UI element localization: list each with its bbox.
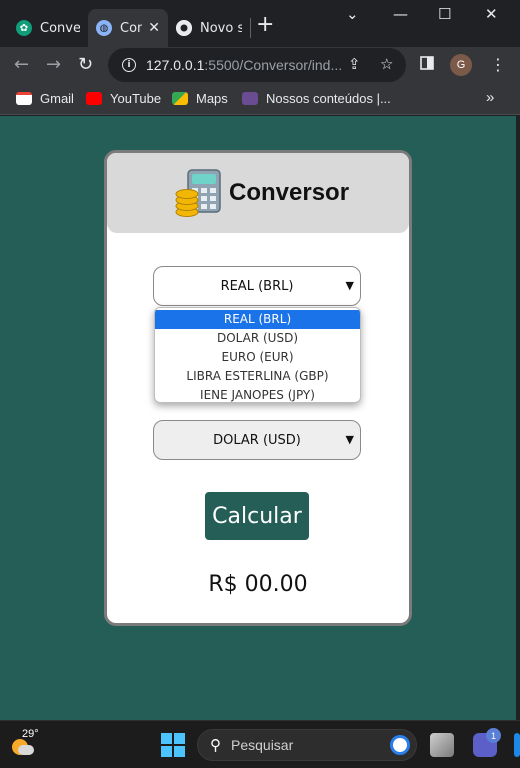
maps-icon (172, 92, 188, 105)
url-path: :5500/Conversor/ind... (204, 57, 342, 73)
page-viewport: Conversor REAL (BRL) ▼ REAL (BRL) DOLAR … (0, 116, 516, 720)
minimize-icon[interactable]: — (393, 4, 408, 24)
converter-card: Conversor REAL (BRL) ▼ REAL (BRL) DOLAR … (104, 150, 412, 626)
bookmark-youtube[interactable]: YouTube (86, 91, 161, 106)
close-tab-icon[interactable]: ✕ (142, 20, 160, 36)
back-arrow-icon[interactable]: ← (14, 54, 29, 76)
site-icon (242, 92, 258, 105)
new-tab-button[interactable]: + (256, 13, 274, 37)
calculate-button[interactable]: Calcular (205, 492, 309, 540)
tab-label: Conver (40, 20, 80, 36)
dropdown-option[interactable]: IENE JANOPES (JPY) (155, 386, 360, 402)
search-placeholder: Pesquisar (231, 737, 294, 753)
card-header: Conversor (107, 153, 409, 233)
maximize-icon[interactable]: ☐ (438, 4, 451, 24)
taskbar-search[interactable]: ⚲ Pesquisar (197, 729, 417, 761)
bookmark-label: Gmail (40, 91, 74, 106)
task-view-icon[interactable] (430, 733, 454, 757)
page-title: Conversor (229, 179, 350, 206)
reload-icon[interactable]: ↻ (78, 54, 93, 76)
weather-widget[interactable]: 29° (10, 728, 46, 761)
temperature: 29° (22, 728, 39, 740)
to-currency-select[interactable]: DOLAR (USD) ▼ (153, 420, 361, 460)
bookmark-label: Nossos conteúdos |... (266, 91, 391, 106)
url-host: 127.0.0.1 (146, 57, 205, 73)
dropdown-option[interactable]: REAL (BRL) (155, 310, 360, 329)
chevron-down-icon[interactable]: ⌄ (346, 4, 359, 24)
from-currency-select[interactable]: REAL (BRL) ▼ (153, 266, 361, 306)
bookmark-nossos-conteudos[interactable]: Nossos conteúdos |... (242, 91, 391, 106)
dropdown-option[interactable]: DOLAR (USD) (155, 329, 360, 348)
dropdown-option[interactable]: EURO (EUR) (155, 348, 360, 367)
tab-conversor-active[interactable]: ◍ Con ✕ (88, 9, 168, 47)
currency-dropdown-list: REAL (BRL) DOLAR (USD) EURO (EUR) LIBRA … (154, 307, 361, 403)
chatgpt-icon: ✿ (16, 20, 32, 36)
youtube-icon (86, 92, 102, 105)
to-currency-value: DOLAR (USD) (213, 432, 301, 448)
forward-arrow-icon[interactable]: → (46, 54, 61, 76)
gmail-icon (16, 92, 32, 105)
notification-badge: 1 (486, 728, 501, 743)
windows-start-icon[interactable] (161, 733, 185, 757)
taskbar: 29° ⚲ Pesquisar 1 (0, 720, 520, 768)
cloud-icon (18, 745, 34, 755)
tab-conversor-1[interactable]: ✿ Conver (8, 9, 88, 47)
tab-separator (250, 18, 251, 38)
bookmark-label: Maps (196, 91, 228, 106)
address-bar[interactable]: i 127.0.0.1:5500/Conversor/ind... ⇪ ☆ (108, 48, 406, 82)
search-icon: ⚲ (210, 737, 221, 754)
bing-icon[interactable] (390, 735, 410, 755)
info-icon[interactable]: i (122, 58, 136, 72)
bookmarks-overflow-icon[interactable]: » (486, 89, 494, 106)
bookmarks-bar: Gmail YouTube Maps Nossos conteúdos |...… (0, 85, 520, 115)
edge-icon[interactable] (514, 733, 520, 757)
tab-label: Con (120, 20, 143, 36)
side-panel-icon[interactable] (420, 55, 434, 74)
chrome-icon (176, 20, 192, 36)
globe-icon: ◍ (96, 20, 112, 36)
calculator-coins-icon (175, 169, 221, 217)
bookmark-label: YouTube (110, 91, 162, 106)
result-value: R$ 00.00 (208, 572, 308, 597)
from-currency-value: REAL (BRL) (220, 278, 294, 294)
dropdown-option[interactable]: LIBRA ESTERLINA (GBP) (155, 367, 360, 386)
chevron-down-icon: ▼ (345, 279, 354, 292)
scrollbar[interactable] (516, 116, 520, 720)
chevron-down-icon: ▼ (345, 433, 354, 446)
share-icon[interactable]: ⇪ (348, 55, 361, 73)
tab-new-tab[interactable]: Novo s (168, 9, 250, 47)
url-text: 127.0.0.1:5500/Conversor/ind... (146, 57, 342, 73)
bookmark-maps[interactable]: Maps (172, 91, 228, 106)
browser-toolbar: ← → ↻ i 127.0.0.1:5500/Conversor/ind... … (0, 47, 520, 85)
tab-label: Novo s (200, 20, 242, 36)
menu-dots-icon[interactable]: ⋮ (490, 55, 506, 74)
tab-strip: ✿ Conver ◍ Con ✕ Novo s + ⌄ — ☐ ✕ (0, 0, 520, 47)
star-icon[interactable]: ☆ (380, 55, 393, 73)
profile-avatar[interactable]: G (450, 54, 472, 76)
bookmark-gmail[interactable]: Gmail (16, 91, 74, 106)
close-window-icon[interactable]: ✕ (485, 4, 498, 24)
